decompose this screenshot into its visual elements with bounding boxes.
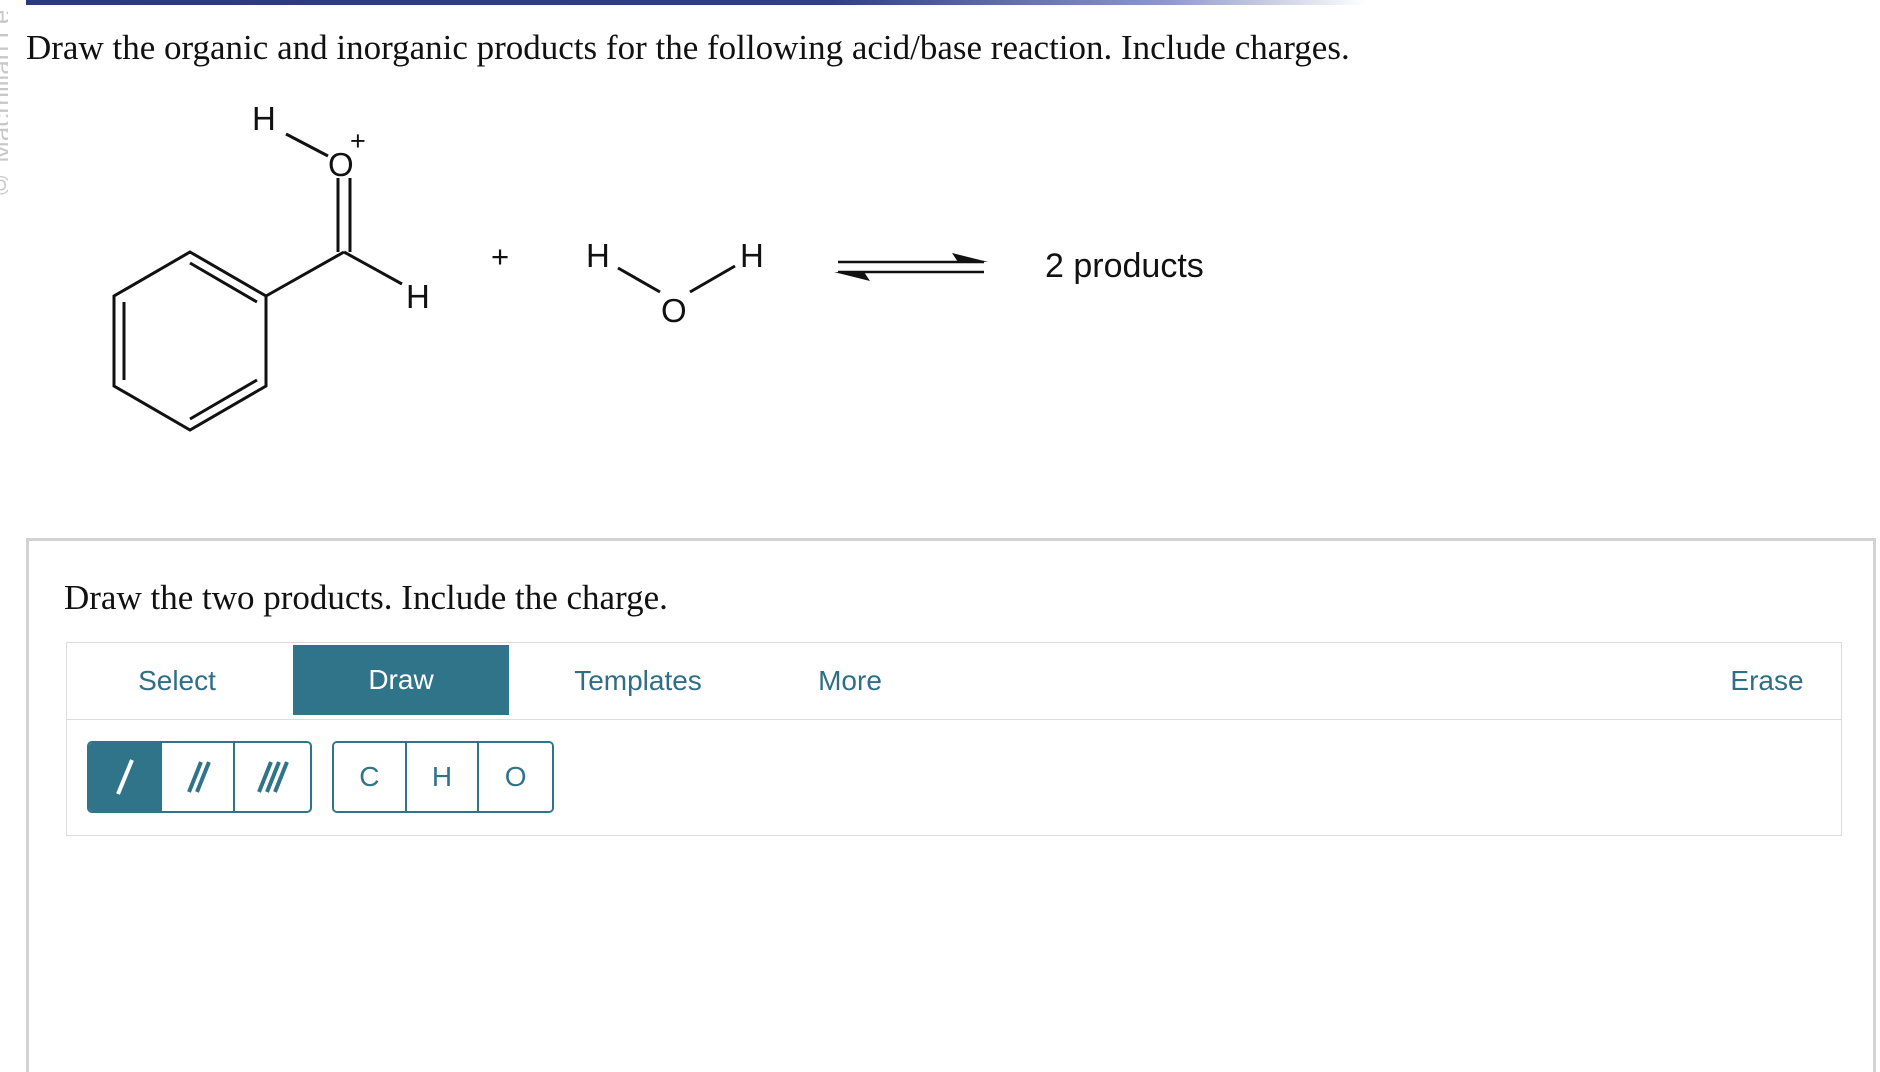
single-bond-button[interactable] [89, 743, 162, 811]
atom-button-hydrogen[interactable]: H [406, 743, 480, 811]
water-bond-left [617, 266, 661, 294]
atom-button-carbon[interactable]: C [334, 743, 407, 811]
positive-charge: + [350, 126, 366, 156]
atom-button-oxygen[interactable]: O [479, 743, 552, 811]
aldehyde-h-bond [343, 250, 403, 286]
top-accent-bar [26, 0, 1366, 5]
double-bond-icon [186, 761, 211, 793]
tab-templates[interactable]: Templates [543, 643, 733, 719]
water-bond-right [689, 264, 736, 294]
triple-bond-icon [256, 761, 289, 793]
reactant1-h-top: H [252, 100, 276, 137]
water-h-right: H [740, 237, 764, 274]
water-oxygen: O [661, 292, 687, 329]
ring-carbon-bond [265, 250, 345, 298]
question-text: Draw the organic and inorganic products … [26, 28, 1350, 67]
double-bond-button[interactable] [162, 743, 235, 811]
atom-tool-group: C H O [332, 741, 554, 813]
single-bond-icon [115, 759, 134, 795]
answer-prompt: Draw the two products. Include the charg… [64, 578, 668, 617]
benzene-ring [112, 250, 268, 432]
reactant1-h-side: H [406, 278, 430, 315]
tab-select[interactable]: Select [107, 643, 247, 719]
editor-toolbar: Select Draw Templates More Erase [66, 642, 1842, 720]
equilibrium-arrow [834, 253, 988, 281]
erase-button[interactable]: Erase [1707, 643, 1827, 719]
tab-draw[interactable]: Draw [293, 645, 509, 715]
products-label: 2 products [1045, 247, 1204, 285]
triple-bond-button[interactable] [235, 743, 308, 811]
water-h-left: H [586, 237, 610, 274]
reaction-scheme: H O + H + H O H 2 products [112, 100, 1204, 432]
bond-tool-group [87, 741, 312, 813]
tab-more[interactable]: More [785, 643, 915, 719]
oxonium-h-bond [285, 132, 329, 158]
plus-sign: + [491, 239, 509, 274]
